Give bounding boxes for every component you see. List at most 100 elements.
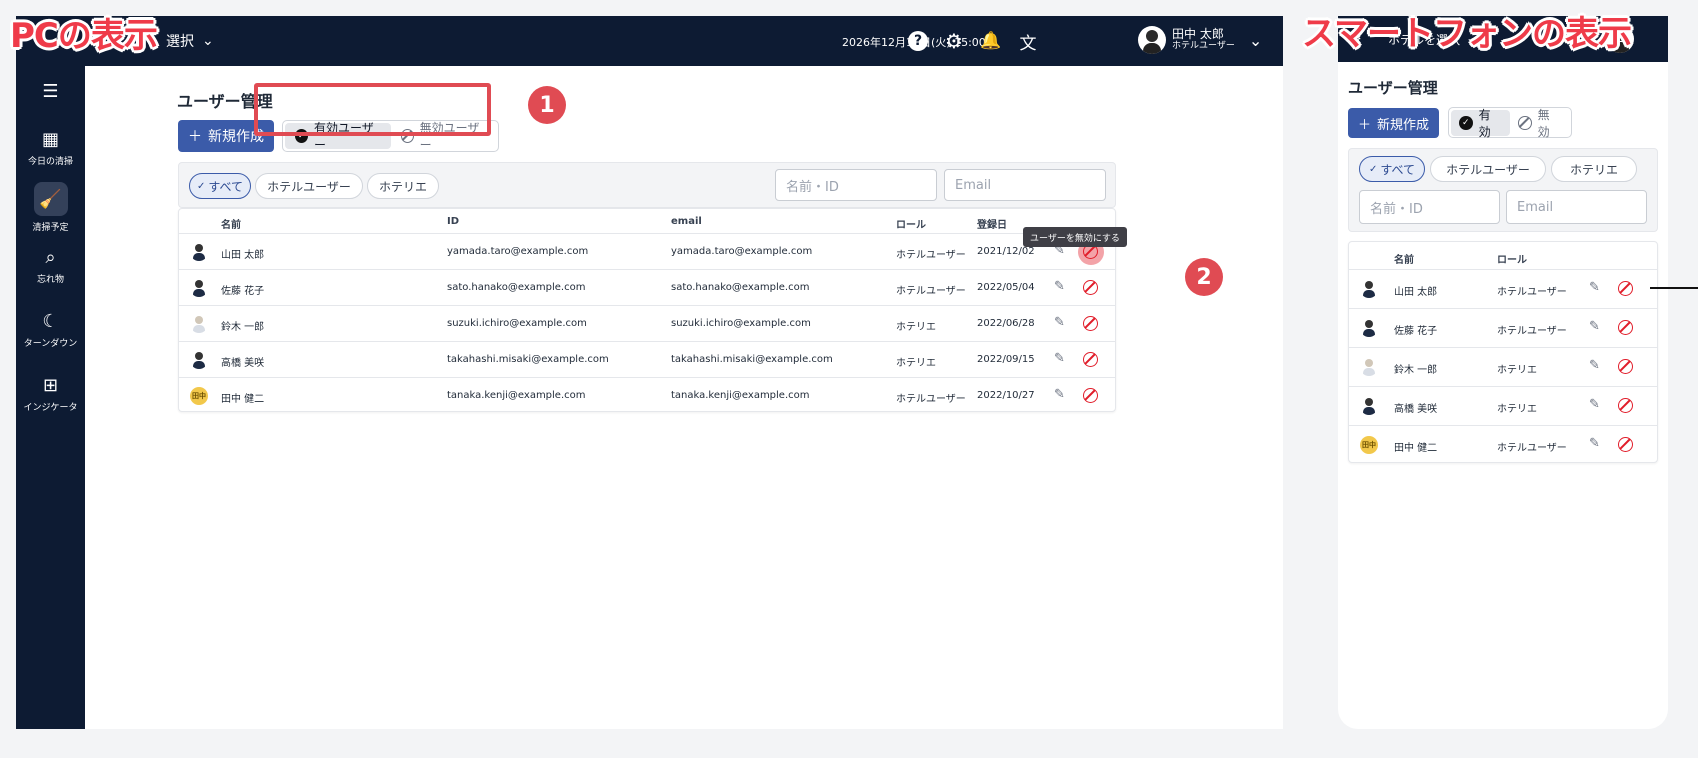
edit-icon[interactable]: ✎ — [1054, 387, 1065, 402]
avatar — [1360, 280, 1378, 298]
table-row: 田中 田中 健二 tanaka.kenji@example.com tanaka… — [179, 377, 1115, 412]
edit-icon[interactable]: ✎ — [1054, 279, 1065, 294]
cell-email: takahashi.misaki@example.com — [671, 354, 833, 365]
hotel-select[interactable]: 選択 ⌄ — [166, 31, 214, 51]
cell-name: 山田 太郎 — [1394, 287, 1438, 298]
chip-all[interactable]: ✓ すべて — [1359, 156, 1425, 182]
toggle-inactive-label: 無効 — [1537, 107, 1550, 139]
chip-hotel-user[interactable]: ホテルユーザー — [255, 173, 363, 199]
help-icon[interactable]: ? — [906, 29, 930, 53]
sidebar-item-today[interactable]: ▦ 今日の清掃 — [16, 129, 85, 168]
avatar — [190, 279, 208, 297]
cell-name: 佐藤 花子 — [221, 286, 265, 297]
ban-icon[interactable] — [1618, 359, 1633, 374]
cell-role: ホテリエ — [1497, 365, 1537, 376]
sidebar-item-turndown[interactable]: ☾ ターンダウン — [16, 311, 85, 350]
edit-icon[interactable]: ✎ — [1589, 280, 1600, 295]
email-field[interactable]: Email — [944, 169, 1106, 201]
avatar: 田中 — [1360, 436, 1378, 454]
edit-icon[interactable]: ✎ — [1589, 319, 1600, 334]
header-role: ロール — [1497, 255, 1527, 266]
sidebar-item-label: 今日の清掃 — [27, 157, 73, 167]
edit-icon[interactable]: ✎ — [1054, 351, 1065, 366]
user-menu[interactable]: 田中 太郎 ホテルユーザー ⌄ — [1138, 26, 1262, 54]
ban-icon[interactable] — [1618, 320, 1633, 335]
translate-icon[interactable]: 文 — [1016, 29, 1040, 54]
avatar — [1138, 26, 1166, 54]
avatar: 田中 — [190, 387, 208, 405]
email-field[interactable]: Email — [1506, 190, 1647, 224]
sidebar: ☰ ▦ 今日の清掃 🧹 清掃予定 ⌕ 忘れ物 ☾ ターンダウン ⊞ インジケータ — [16, 66, 85, 729]
chip-label: すべて — [1380, 162, 1416, 177]
cell-name: 田中 健二 — [221, 394, 265, 405]
page-title: ユーザー管理 — [1348, 79, 1438, 97]
new-user-button[interactable]: ＋ 新規作成 — [1348, 108, 1440, 138]
annotation-badge-2: 2 — [1185, 258, 1223, 296]
ban-icon[interactable] — [1083, 316, 1098, 331]
chip-hotel-user[interactable]: ホテルユーザー — [1430, 156, 1546, 182]
cell-name: 佐藤 花子 — [1394, 326, 1438, 337]
header-role: ロール — [896, 220, 926, 231]
cell-date: 2022/09/15 — [977, 354, 1035, 365]
avatar — [190, 351, 208, 369]
ban-icon[interactable] — [1083, 388, 1098, 403]
status-toggle: ✓ 有効 無効 — [1448, 107, 1572, 139]
cell-date: 2022/05/04 — [977, 282, 1035, 293]
toggle-inactive-users[interactable]: 無効 — [1510, 108, 1569, 139]
cell-email: tanaka.kenji@example.com — [671, 390, 810, 401]
cell-role: ホテルユーザー — [1497, 287, 1567, 298]
search-input[interactable]: 名前・ID — [775, 169, 937, 201]
chip-label: ホテリエ — [1569, 162, 1618, 177]
ban-icon — [1518, 115, 1532, 130]
header-email: email — [671, 216, 702, 227]
ban-icon[interactable] — [1083, 352, 1098, 367]
cell-role: ホテルユーザー — [1497, 326, 1567, 337]
sidebar-item-schedule[interactable]: 🧹 清掃予定 — [16, 182, 85, 233]
table-row: 田中 田中 健二 ホテルユーザー ✎ — [1349, 425, 1657, 463]
cell-role: ホテルユーザー — [1497, 443, 1567, 454]
ban-icon[interactable] — [1083, 280, 1098, 295]
header-registered: 登録日 — [977, 220, 1007, 231]
table-row: 鈴木 一郎 ホテリエ ✎ — [1349, 347, 1657, 386]
gear-icon[interactable]: ⚙ — [942, 29, 966, 53]
chip-label: ホテルユーザー — [1446, 162, 1530, 177]
cell-date: 2022/10/27 — [977, 390, 1035, 401]
cell-role: ホテリエ — [896, 322, 936, 333]
sidebar-menu-button[interactable]: ☰ — [16, 82, 85, 106]
ban-icon[interactable] — [1618, 398, 1633, 413]
menu-icon: ☰ — [42, 81, 59, 102]
search-input[interactable]: 名前・ID — [1359, 190, 1500, 224]
chip-all[interactable]: ✓ すべて — [189, 173, 251, 199]
avatar — [1360, 358, 1378, 376]
sidebar-item-lost[interactable]: ⌕ 忘れ物 — [16, 248, 85, 286]
smartphone-frame: ⚙ ホテルを選択 ⌄ ユーザー管理 ＋ 新規作成 ✓ 有効 無効 ✓ すべて ホ… — [1338, 16, 1668, 729]
toggle-active-users[interactable]: ✓ 有効 — [1451, 108, 1510, 139]
chip-hotelier[interactable]: ホテリエ — [1551, 156, 1637, 182]
cell-name: 高橋 美咲 — [1394, 404, 1438, 415]
cell-id: yamada.taro@example.com — [447, 246, 589, 257]
plus-icon: ＋ — [188, 129, 202, 145]
cell-name: 鈴木 一郎 — [221, 322, 265, 333]
cell-email: sato.hanako@example.com — [671, 282, 810, 293]
check-icon: ✓ — [196, 180, 206, 192]
edit-icon[interactable]: ✎ — [1589, 436, 1600, 451]
edit-icon[interactable]: ✎ — [1054, 315, 1065, 330]
cell-role: ホテリエ — [1497, 404, 1537, 415]
header-name: 名前 — [1394, 255, 1414, 266]
edit-icon[interactable]: ✎ — [1589, 358, 1600, 373]
ban-icon[interactable] — [1618, 437, 1633, 452]
filter-bar: ✓ すべて ホテルユーザー ホテリエ 名前・ID Email — [1348, 148, 1658, 232]
chip-label: すべて — [208, 179, 244, 194]
ban-icon[interactable] — [1618, 281, 1633, 296]
cell-date: 2021/12/02 — [977, 246, 1035, 257]
moon-icon: ☾ — [42, 311, 59, 332]
chip-hotelier[interactable]: ホテリエ — [367, 173, 439, 199]
cell-role: ホテリエ — [896, 358, 936, 369]
sidebar-item-indicator[interactable]: ⊞ インジケータ — [16, 376, 85, 414]
pc-view-label: PCの表示 — [10, 16, 158, 56]
calendar-icon: ▦ — [41, 129, 59, 150]
cell-date: 2022/06/28 — [977, 318, 1035, 329]
bell-icon[interactable]: 🔔 — [979, 29, 1003, 53]
annotation-badge-1: 1 — [528, 86, 566, 124]
edit-icon[interactable]: ✎ — [1589, 397, 1600, 412]
